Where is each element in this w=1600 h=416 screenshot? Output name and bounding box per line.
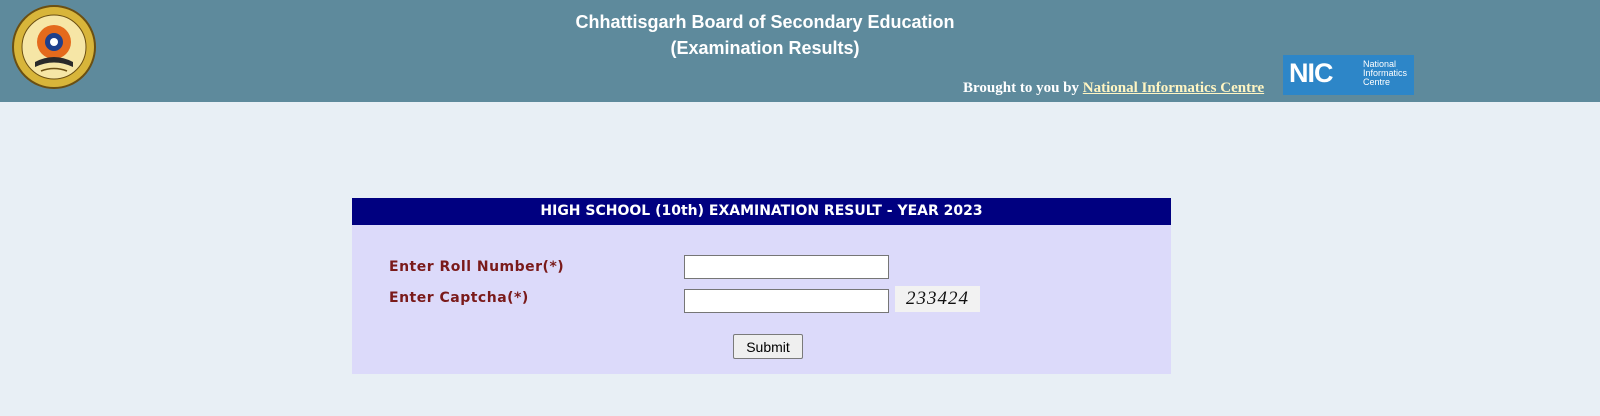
submit-button[interactable]: Submit [733,334,803,359]
site-header: Chhattisgarh Board of Secondary Educatio… [0,0,1600,102]
result-form-panel: HIGH SCHOOL (10th) EXAMINATION RESULT - … [352,198,1171,374]
nic-name: National Informatics Centre [1363,60,1407,87]
nic-name-line-3: Centre [1363,77,1391,87]
nic-letters: NIC [1289,58,1333,88]
credit-text: Brought to you by National Informatics C… [963,80,1264,97]
nic-link[interactable]: National Informatics Centre [1083,80,1264,96]
roll-number-input[interactable] [684,255,889,279]
captcha-image: 233424 [895,286,980,312]
credit-prefix: Brought to you by [963,80,1080,96]
nic-logo-icon[interactable]: NIC National Informatics Centre [1283,55,1414,95]
roll-number-label: Enter Roll Number(*) [389,259,565,275]
page-title: Chhattisgarh Board of Secondary Educatio… [0,9,1530,61]
form-title: HIGH SCHOOL (10th) EXAMINATION RESULT - … [352,198,1171,225]
captcha-input[interactable] [684,289,889,313]
title-line-1: Chhattisgarh Board of Secondary Educatio… [575,12,955,32]
captcha-label: Enter Captcha(*) [389,290,529,306]
